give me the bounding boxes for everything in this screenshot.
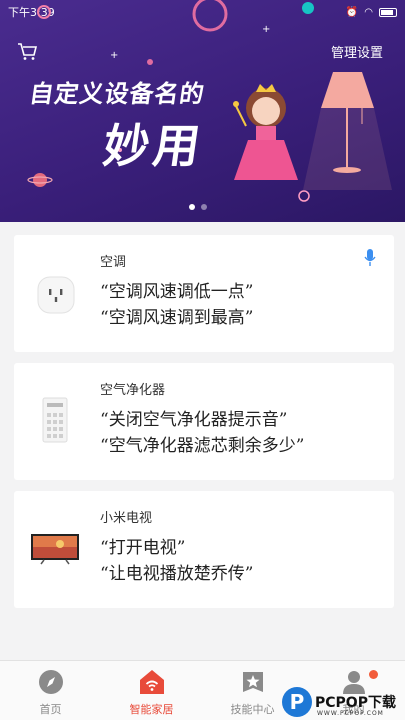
tab-label: 智能家居 — [129, 703, 174, 716]
cart-button[interactable] — [16, 40, 38, 62]
pagination-dot-2[interactable] — [201, 204, 207, 210]
device-card-air-purifier[interactable]: 空气净化器 “关闭空气净化器提示音” “空气净化器滤芯剩余多少” — [14, 363, 394, 480]
command-text: “空气净化器滤芯剩余多少” — [100, 436, 305, 456]
watermark-logo: P — [282, 687, 312, 717]
command-text: “关闭空气净化器提示音” — [100, 410, 288, 430]
banner-pagination — [189, 204, 207, 210]
svg-text:+: + — [262, 24, 270, 35]
smart-home-icon — [139, 670, 164, 694]
air-purifier-icon — [42, 397, 68, 443]
device-card-tv[interactable]: 小米电视 “打开电视” “让电视播放楚乔传” — [14, 491, 394, 608]
banner[interactable]: 下午3:39 ⏰ ◠ + + 管理设置 自定义设备名的 妙用 — [0, 0, 405, 222]
watermark-subtext: WWW.PCPOP.COM — [317, 710, 384, 717]
tv-icon — [31, 534, 79, 565]
device-name: 空气净化器 — [100, 383, 166, 398]
socket-icon — [37, 276, 75, 314]
cart-icon — [18, 43, 38, 60]
banner-title-line1: 自定义设备名的 — [27, 80, 207, 108]
compass-icon — [38, 670, 63, 694]
command-text: “打开电视” — [100, 538, 186, 558]
tab-home[interactable]: 首页 — [0, 661, 101, 720]
banner-title-line2: 妙用 — [99, 119, 208, 173]
watermark: P PCPOP下载 WWW.PCPOP.COM — [282, 684, 405, 720]
manage-settings-button[interactable]: 管理设置 — [331, 42, 383, 61]
command-text: “让电视播放楚乔传” — [100, 564, 254, 584]
command-text: “空调风速调到最高” — [100, 308, 254, 328]
command-text: “空调风速调低一点” — [100, 282, 254, 302]
tab-label: 技能中心 — [230, 703, 275, 716]
notification-badge — [369, 670, 378, 679]
svg-text:+: + — [110, 50, 118, 61]
mic-icon[interactable] — [364, 249, 376, 267]
tab-smart-home[interactable]: 智能家居 — [101, 661, 202, 720]
device-name: 小米电视 — [100, 511, 153, 526]
tab-label: 首页 — [39, 703, 62, 716]
pagination-dot-1[interactable] — [189, 204, 195, 210]
device-card-aircon[interactable]: 空调 “空调风速调低一点” “空调风速调到最高” — [14, 235, 394, 352]
star-icon — [242, 672, 263, 692]
device-name: 空调 — [100, 255, 127, 270]
watermark-text: PCPOP下载 — [315, 695, 396, 711]
